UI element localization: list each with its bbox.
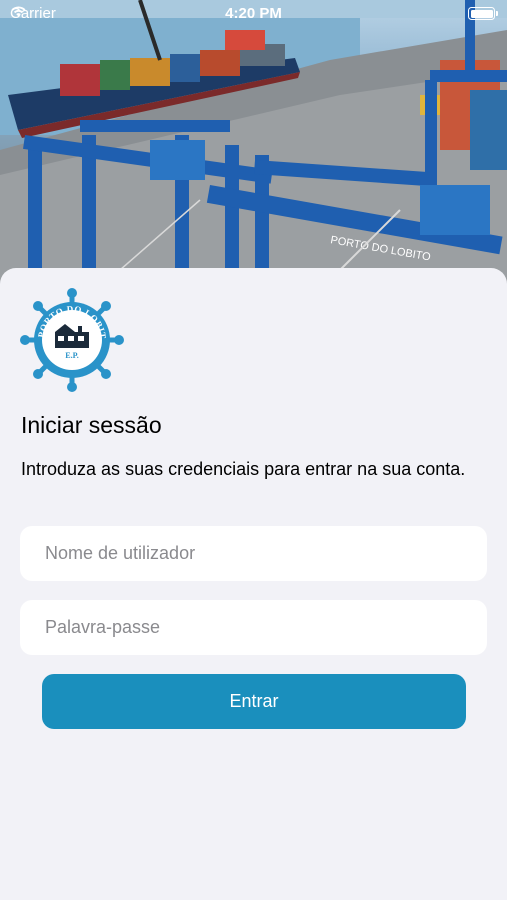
username-input[interactable] [20,526,487,581]
status-time: 4:20 PM [225,5,282,22]
password-input[interactable] [20,600,487,655]
status-bar: Carrier 4:20 PM [0,0,507,28]
login-button[interactable]: Entrar [42,674,466,729]
login-title: Iniciar sessão [21,412,162,438]
battery-icon [468,7,498,20]
login-card: PORTO DO LOBITO E.P. Iniciar sessão Intr… [0,268,507,900]
login-subtitle: Introduza as suas credenciais para entra… [21,459,466,479]
hero-photo: PORTO DO LOBITO Carrier 4:20 PM [0,0,507,290]
porto-do-lobito-logo: PORTO DO LOBITO E.P. [20,288,124,392]
svg-text:E.P.: E.P. [65,351,79,360]
port-scene-illustration: PORTO DO LOBITO [0,0,507,290]
